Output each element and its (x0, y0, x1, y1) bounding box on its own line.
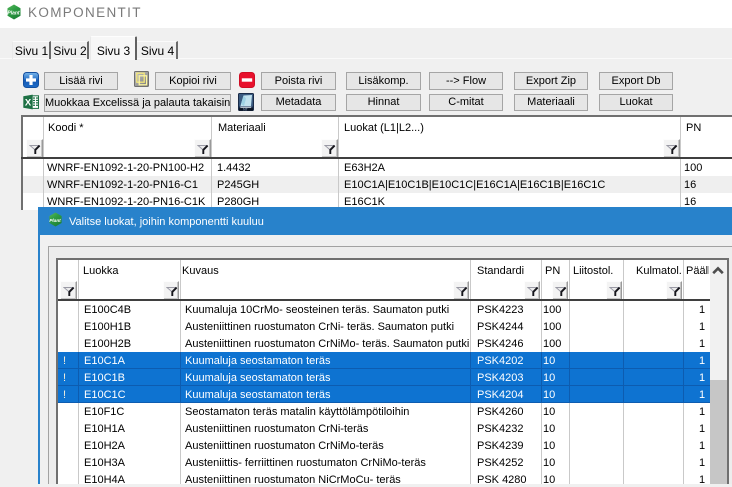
svg-text:Plant: Plant (49, 218, 61, 223)
svg-text:Plant: Plant (7, 11, 20, 17)
svg-text:X: X (25, 98, 32, 109)
